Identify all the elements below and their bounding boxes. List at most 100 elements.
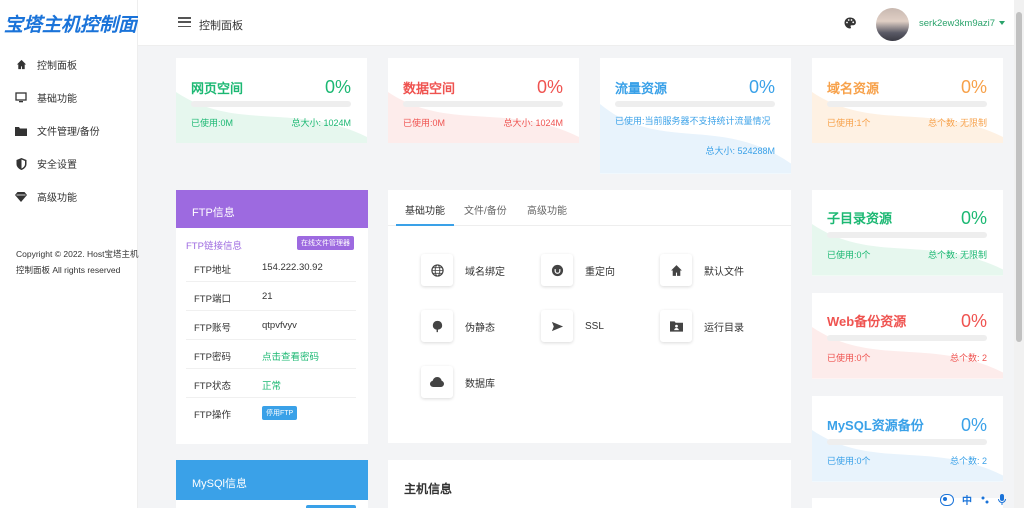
ftp-host-value: 154.222.30.92: [262, 262, 323, 273]
feature-label: 域名绑定: [465, 266, 505, 278]
resource-used: 已使用:0M: [191, 118, 234, 128]
resource-card-domains: 域名资源 0% 已使用:1个 总个数: 无限制: [812, 58, 1003, 143]
ftp-subtitle: FTP链接信息: [186, 241, 242, 252]
tab-advanced[interactable]: 高级功能: [527, 202, 567, 217]
monitor-icon: [15, 92, 27, 104]
resource-total: 总个数: 2: [949, 353, 987, 363]
usage-bar: [827, 335, 987, 341]
mysql-info-card: MySQl信息: [176, 460, 368, 508]
ftp-key: FTP密码: [194, 352, 231, 363]
resource-total: 总大小: 524288M: [705, 146, 775, 156]
resource-name: Web备份资源: [827, 314, 907, 329]
resource-percent: 0%: [960, 311, 987, 331]
usage-bar: [827, 101, 987, 107]
sidebar-item-label: 安全设置: [37, 160, 77, 171]
ftp-key: FTP账号: [194, 323, 231, 334]
leaf-icon: [421, 310, 453, 342]
ftp-card-title: FTP信息: [176, 190, 368, 228]
resource-percent: 0%: [324, 77, 351, 97]
feature-database[interactable]: 数据库: [421, 366, 495, 398]
ime-toolbar: 中: [940, 492, 1006, 507]
feature-label: 伪静态: [465, 322, 495, 334]
feature-redirect[interactable]: 重定向: [541, 254, 615, 286]
diamond-icon: [15, 191, 27, 203]
scrollbar[interactable]: [1014, 0, 1024, 508]
sidebar-item-files[interactable]: 文件管理/备份: [0, 114, 138, 147]
ftp-row: FTP密码 点击查看密码: [186, 340, 356, 369]
feature-label: 默认文件: [704, 266, 744, 278]
active-tab-indicator: [396, 224, 454, 226]
sidebar-item-basic[interactable]: 基础功能: [0, 81, 138, 114]
microphone-icon[interactable]: [998, 494, 1006, 505]
folder-user-icon: [660, 310, 692, 342]
resource-card-mysql-backup: MySQL资源备份 0% 已使用:0个 总个数: 2: [812, 396, 1003, 482]
ftp-key: FTP操作: [194, 410, 231, 421]
feature-run-directory[interactable]: 运行目录: [660, 310, 744, 342]
resource-name: 网页空间: [191, 81, 244, 96]
resource-used: 已使用:0个: [827, 456, 871, 466]
cloud-icon: [421, 366, 453, 398]
sidebar-item-label: 基础功能: [37, 94, 77, 105]
resource-card-web-backup: Web备份资源 0% 已使用:0个 总个数: 2: [812, 293, 1003, 379]
sidebar-item-security[interactable]: 安全设置: [0, 147, 138, 180]
tab-files-backup[interactable]: 文件/备份: [464, 202, 507, 217]
ftp-row: FTP端口 21: [186, 282, 356, 311]
feature-tabs: 基础功能 文件/备份 高级功能: [388, 190, 791, 226]
ftp-key: FTP地址: [194, 265, 231, 276]
usage-bar: [191, 101, 351, 107]
resource-used: 已使用:当前服务器不支持统计流量情况: [615, 116, 771, 126]
palette-icon[interactable]: [844, 17, 856, 29]
folder-icon: [15, 125, 27, 137]
menu-toggle-icon[interactable]: [178, 17, 191, 28]
feature-default-file[interactable]: 默认文件: [660, 254, 744, 286]
feature-domain-binding[interactable]: 域名绑定: [421, 254, 505, 286]
sidebar-item-dashboard[interactable]: 控制面板: [0, 48, 138, 81]
sidebar-item-label: 控制面板: [37, 61, 77, 72]
sidebar-item-advanced[interactable]: 高级功能: [0, 180, 138, 213]
resource-card-web-space: 网页空间 0% 已使用:0M 总大小: 1024M: [176, 58, 367, 143]
send-icon: [541, 310, 573, 342]
punctuation-icon[interactable]: [980, 495, 990, 505]
brand-logo[interactable]: 宝塔主机控制面板: [4, 10, 138, 37]
feature-label: 运行目录: [704, 322, 744, 334]
feature-rewrite[interactable]: 伪静态: [421, 310, 495, 342]
resource-name: 数据空间: [403, 81, 456, 96]
file-manager-button[interactable]: 在线文件管理器: [297, 236, 354, 250]
top-bar: 控制面板 serk2ew3km9azi7: [138, 0, 1014, 46]
redirect-icon: [541, 254, 573, 286]
ftp-row: FTP账号 qtpvfvyv: [186, 311, 356, 340]
user-menu[interactable]: serk2ew3km9azi7: [919, 18, 1005, 29]
feature-ssl[interactable]: SSL: [541, 310, 604, 342]
resource-used: 已使用:0M: [403, 118, 446, 128]
resource-card-data-space: 数据空间 0% 已使用:0M 总大小: 1024M: [388, 58, 579, 143]
resource-name: 域名资源: [827, 81, 880, 96]
resource-percent: 0%: [748, 77, 775, 97]
ftp-key: FTP端口: [194, 294, 231, 305]
avatar[interactable]: [876, 8, 909, 41]
resource-name: 子目录资源: [827, 211, 893, 226]
resource-total: 总个数: 无限制: [927, 250, 987, 260]
keyboard-icon[interactable]: [940, 493, 954, 506]
tab-basic[interactable]: 基础功能: [405, 202, 445, 217]
resource-used: 已使用:1个: [827, 118, 871, 128]
ime-language-icon[interactable]: 中: [962, 492, 972, 507]
ftp-port-value: 21: [262, 291, 273, 302]
resource-total: 总个数: 2: [949, 456, 987, 466]
resource-name: MySQL资源备份: [827, 418, 924, 433]
page-title: 控制面板: [199, 20, 243, 32]
resource-total: 总个数: 无限制: [927, 118, 987, 128]
usage-bar: [827, 232, 987, 238]
disable-ftp-button[interactable]: 停用FTP: [262, 406, 298, 420]
resource-used: 已使用:0个: [827, 250, 871, 260]
resource-percent: 0%: [960, 77, 987, 97]
ftp-account-value: qtpvfvyv: [262, 320, 297, 331]
home-icon: [15, 59, 27, 71]
resource-card-subdirs: 子目录资源 0% 已使用:0个 总个数: 无限制: [812, 190, 1003, 276]
features-card: 基础功能 文件/备份 高级功能 域名绑定 重定向 默认文件 伪静态 SSL 运行…: [388, 190, 791, 443]
feature-label: 数据库: [465, 378, 495, 390]
show-password-link[interactable]: 点击查看密码: [262, 349, 319, 363]
resource-percent: 0%: [960, 415, 987, 435]
host-info-title: 主机信息: [404, 482, 453, 496]
ftp-status-value: 正常: [262, 381, 282, 392]
scrollbar-thumb[interactable]: [1016, 12, 1022, 342]
